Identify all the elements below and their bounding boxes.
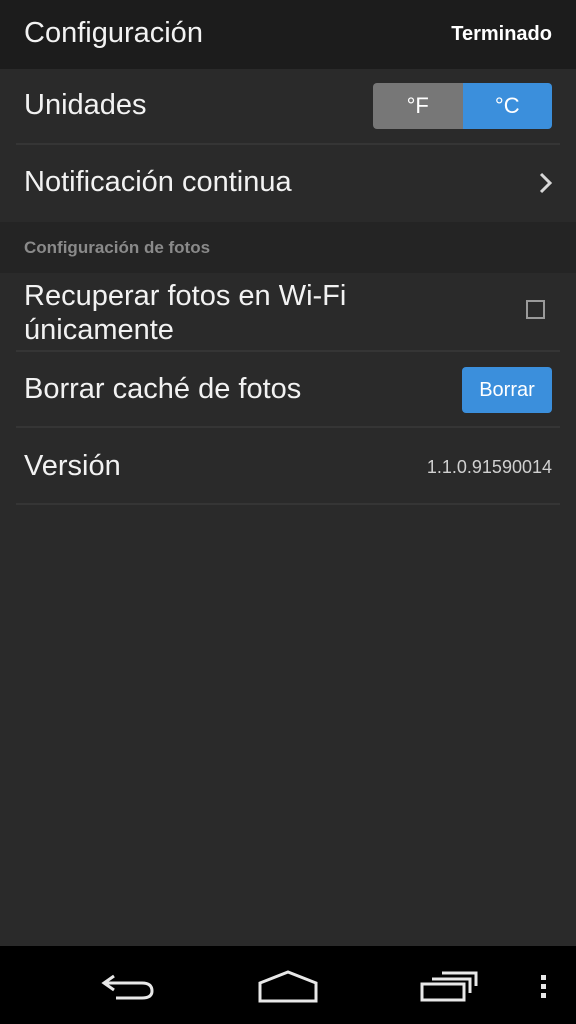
divider [16, 350, 560, 352]
section-title: Configuración de fotos [24, 238, 211, 257]
clear-cache-button[interactable]: Borrar [462, 367, 552, 413]
divider [16, 503, 560, 505]
chevron-right-icon [539, 172, 553, 194]
home-icon[interactable] [256, 968, 320, 1004]
page-title: Configuración [24, 17, 203, 49]
overflow-menu-icon[interactable] [538, 974, 550, 1000]
version-value: 1.1.0.91590014 [426, 457, 552, 477]
fahrenheit-option[interactable]: °F [373, 83, 463, 129]
done-button[interactable]: Terminado [451, 23, 552, 46]
photos-section-header: Configuración de fotos [0, 222, 576, 273]
notification-label: Notificación continua [24, 166, 292, 198]
system-nav-bar [0, 946, 576, 1024]
divider [16, 426, 560, 428]
version-label: Versión [24, 450, 121, 482]
units-toggle[interactable]: °F °C [373, 83, 552, 129]
back-icon[interactable] [98, 970, 158, 1002]
wifi-only-label: Recuperar fotos en Wi-Fi únicamente [24, 279, 346, 347]
app-header: Configuración Terminado [0, 0, 576, 69]
notification-row[interactable]: Notificación continua [0, 145, 576, 221]
wifi-only-label-line2: únicamente [24, 314, 174, 346]
recent-apps-icon[interactable] [418, 970, 478, 1002]
wifi-only-label-line1: Recuperar fotos en Wi-Fi [24, 280, 347, 312]
settings-screen: Configuración Terminado Unidades °F °C N… [0, 0, 576, 1024]
celsius-option[interactable]: °C [462, 83, 552, 129]
clear-cache-label: Borrar caché de fotos [24, 373, 302, 405]
wifi-only-checkbox[interactable] [526, 300, 545, 319]
units-label: Unidades [24, 89, 147, 121]
